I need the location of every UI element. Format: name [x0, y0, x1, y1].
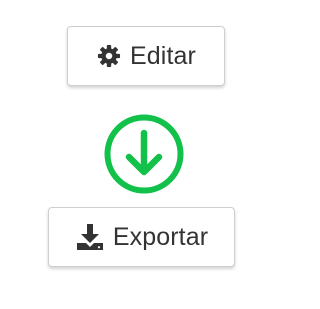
gear-icon	[96, 43, 122, 69]
canvas: Editar Exportar	[0, 0, 298, 309]
export-button-label: Exportar	[112, 222, 209, 251]
download-icon	[75, 223, 105, 251]
edit-button-label: Editar	[130, 41, 196, 70]
arrow-down-circle-icon	[104, 114, 184, 194]
export-button[interactable]: Exportar	[48, 207, 235, 267]
edit-button[interactable]: Editar	[67, 26, 225, 86]
